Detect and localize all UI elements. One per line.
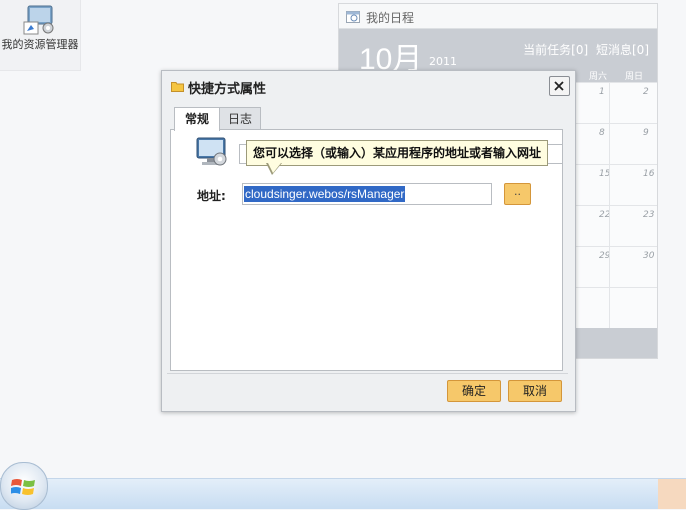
desktop-icon-resource-manager[interactable]: 我的资源管理器	[0, 0, 81, 71]
calendar-year: 2011	[429, 55, 457, 68]
dialog-titlebar[interactable]: 快捷方式属性	[162, 71, 575, 101]
calendar-grid: 周六 周日 1 2 8 9 15 16 22 23 29 30	[569, 68, 657, 328]
calendar-day[interactable]: 2	[643, 87, 649, 97]
ok-button[interactable]: 确定	[447, 380, 501, 402]
calendar-day[interactable]: 1	[599, 87, 605, 97]
address-tooltip: 您可以选择（或输入）某应用程序的地址或者输入网址	[246, 140, 549, 166]
desktop-icon-label: 我的资源管理器	[1, 38, 79, 51]
calendar-header: 我的日程	[339, 4, 657, 29]
start-button[interactable]	[0, 462, 48, 510]
dialog-title: 快捷方式属性	[188, 82, 267, 97]
current-tasks-link[interactable]: 当前任务[0]	[523, 43, 588, 57]
taskbar	[0, 478, 686, 509]
calendar-day[interactable]: 22	[599, 210, 610, 220]
calendar-day[interactable]: 30	[643, 251, 654, 261]
calendar-week-row: 1 2	[569, 82, 657, 123]
calendar-week-row: 15 16	[569, 164, 657, 205]
weekday-sunday: 周日	[625, 72, 644, 82]
windows-logo-icon	[11, 479, 35, 495]
calendar-day[interactable]: 23	[643, 210, 654, 220]
folder-icon	[171, 81, 184, 92]
calendar-icon	[346, 10, 360, 23]
calendar-day[interactable]: 9	[643, 128, 649, 138]
dialog-footer: 确定 取消	[167, 373, 568, 408]
calendar-day[interactable]: 29	[599, 251, 610, 261]
general-tab-panel: 您可以选择（或输入）某应用程序的地址或者输入网址 地址: cloudsinger…	[170, 129, 563, 371]
close-button[interactable]	[549, 76, 570, 96]
calendar-title: 我的日程	[366, 11, 415, 25]
calendar-day[interactable]: 8	[599, 128, 605, 138]
shortcut-properties-dialog: 快捷方式属性 常规 日志 您可以选择（或输入）某应用程序的地址或者输入网址 地址…	[161, 70, 576, 412]
calendar-week-row: 8 9	[569, 123, 657, 164]
calendar-week-row: 22 23	[569, 205, 657, 246]
calendar-weekday-row: 周六 周日	[569, 68, 657, 82]
calendar-day[interactable]: 16	[643, 169, 654, 179]
address-input[interactable]: cloudsinger.webos/rsManager	[242, 183, 492, 205]
calendar-week-row	[569, 287, 657, 328]
calendar-links: 当前任务[0] 短消息[0]	[519, 41, 649, 58]
calendar-day[interactable]: 15	[599, 169, 610, 179]
tab-general[interactable]: 常规	[174, 107, 220, 131]
tooltip-pointer-fill	[268, 163, 281, 173]
calendar-week-row: 29 30	[569, 246, 657, 287]
tab-log[interactable]: 日志	[219, 107, 261, 130]
weekday-saturday: 周六	[589, 72, 608, 82]
messages-link[interactable]: 短消息[0]	[596, 43, 649, 57]
browse-button[interactable]: ..	[504, 183, 531, 205]
close-icon	[554, 81, 564, 91]
app-computer-icon	[195, 137, 229, 169]
resource-manager-icon	[22, 4, 58, 36]
show-desktop-button[interactable]	[658, 479, 686, 509]
address-value: cloudsinger.webos/rsManager	[244, 186, 406, 202]
address-label: 地址:	[197, 189, 226, 203]
cancel-button[interactable]: 取消	[508, 380, 562, 402]
